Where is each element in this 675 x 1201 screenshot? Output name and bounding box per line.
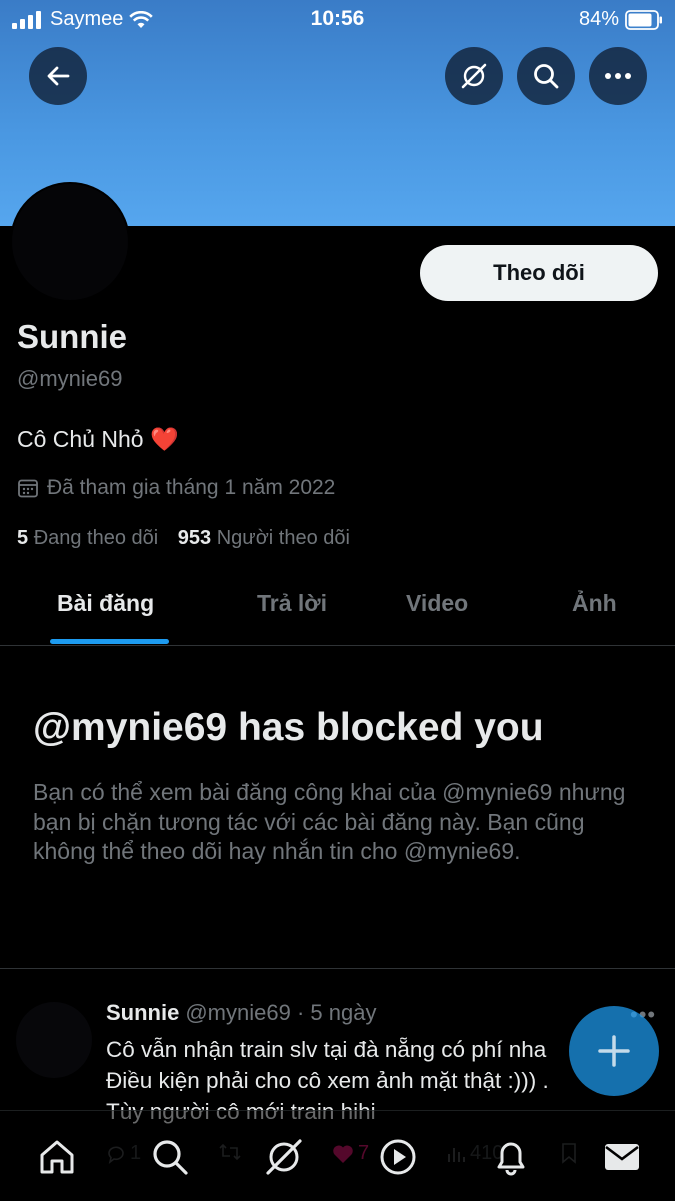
- compose-button[interactable]: [569, 1006, 659, 1096]
- bottom-navigation: [0, 1110, 675, 1201]
- nav-grok[interactable]: [262, 1135, 306, 1179]
- profile-bio: Cô Chủ Nhỏ ❤️: [17, 426, 179, 453]
- more-icon: [605, 73, 631, 79]
- messages-icon: [605, 1144, 639, 1170]
- blocked-title: @mynie69 has blocked you: [33, 706, 544, 749]
- nav-search[interactable]: [148, 1135, 192, 1179]
- notifications-icon: [497, 1142, 525, 1176]
- follow-button[interactable]: Theo dõi: [420, 245, 658, 301]
- followers-label: Người theo dõi: [216, 527, 350, 549]
- search-icon: [534, 64, 559, 89]
- tab-replies[interactable]: Trả lời: [257, 590, 327, 617]
- followers-count: 953: [177, 527, 212, 549]
- battery: 84%: [579, 8, 663, 31]
- tab-video[interactable]: Video: [406, 590, 468, 617]
- join-date-text: Đã tham gia tháng 1 năm 2022: [47, 476, 336, 499]
- calendar-icon: [18, 479, 38, 498]
- following-link[interactable]: 5 Đang theo dõi: [17, 527, 164, 549]
- search-icon: [153, 1140, 188, 1175]
- video-icon: [380, 1139, 416, 1175]
- following-count: 5: [17, 527, 29, 549]
- following-label: Đang theo dõi: [33, 527, 159, 549]
- grok-icon: [266, 1139, 302, 1175]
- bio-text: Cô Chủ Nhỏ: [17, 426, 144, 452]
- nav-messages[interactable]: [600, 1135, 644, 1179]
- battery-icon: [625, 9, 662, 30]
- status-bar: Saymee 10:56 84%: [0, 0, 675, 38]
- profile-handle: @mynie69: [17, 366, 123, 391]
- tab-photos[interactable]: Ảnh: [572, 590, 617, 617]
- profile-name: Sunnie: [17, 318, 128, 355]
- join-date: Đã tham gia tháng 1 năm 2022: [17, 476, 335, 500]
- blocked-description: Bạn có thể xem bài đăng công khai của @m…: [33, 779, 626, 864]
- divider: [0, 968, 675, 969]
- followers-link[interactable]: 953 Người theo dõi: [178, 527, 350, 549]
- profile-tabs: Bài đăng Trả lời Video Ảnh: [0, 570, 675, 646]
- post-author-handle: @mynie69: [185, 1000, 291, 1025]
- home-icon: [40, 1140, 74, 1174]
- nav-notifications[interactable]: [489, 1135, 533, 1179]
- follow-counts: 5 Đang theo dõi 953 Người theo dõi: [17, 527, 350, 550]
- more-button[interactable]: [589, 47, 647, 105]
- post-avatar[interactable]: [16, 1002, 92, 1078]
- plus-icon: [598, 1035, 630, 1067]
- post-time: · 5 ngày: [296, 1000, 377, 1025]
- back-button[interactable]: [29, 47, 87, 105]
- heart-emoji: ❤️: [149, 426, 179, 452]
- tab-posts[interactable]: Bài đăng: [57, 590, 154, 617]
- post-line: Cô vẫn nhận train slv tại đà nẵng có phí…: [106, 1037, 547, 1062]
- back-arrow-icon: [47, 66, 70, 86]
- grok-icon: [461, 63, 487, 89]
- nav-home[interactable]: [35, 1135, 79, 1179]
- post-header: Sunnie @mynie69 · 5 ngày: [106, 1000, 376, 1026]
- nav-video[interactable]: [376, 1135, 420, 1179]
- search-button[interactable]: [517, 47, 575, 105]
- active-tab-indicator: [50, 639, 169, 644]
- grok-button[interactable]: [445, 47, 503, 105]
- post-line: Điều kiện phải cho cô xem ảnh mặt thật :…: [106, 1068, 549, 1093]
- battery-percent: 84%: [578, 8, 619, 30]
- post-author-name[interactable]: Sunnie: [106, 1000, 179, 1025]
- profile-avatar[interactable]: [12, 184, 128, 300]
- clock: 10:56: [310, 7, 365, 30]
